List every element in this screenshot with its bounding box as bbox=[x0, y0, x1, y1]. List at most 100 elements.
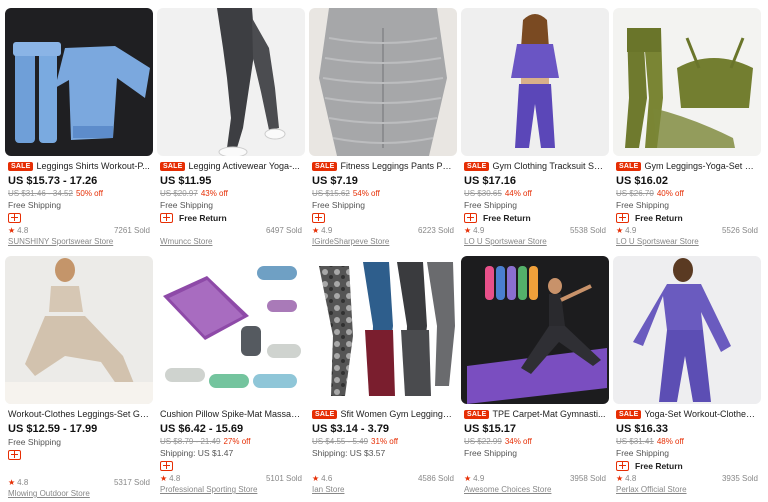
store-link[interactable]: Professional Sporting Store bbox=[160, 484, 302, 496]
sold-count: 5101 Sold bbox=[265, 473, 302, 483]
product-title[interactable]: Legging Activewear Yoga-... bbox=[188, 161, 299, 171]
product-title[interactable]: TPE Carpet-Mat Gymnasti... bbox=[492, 409, 605, 419]
product-image[interactable] bbox=[613, 256, 761, 404]
sale-badge: SALE bbox=[616, 409, 642, 419]
product-title[interactable]: Yoga-Set Workout-Clothes... bbox=[644, 409, 758, 419]
rating: 4.8 bbox=[169, 473, 181, 483]
price: US $16.02 bbox=[616, 175, 668, 187]
original-price: US $26.70 bbox=[616, 189, 654, 198]
store-link[interactable]: Awesome Choices Store bbox=[464, 484, 606, 496]
shipping: Shipping: US $3.57 bbox=[312, 448, 386, 458]
product-card[interactable]: SALE Fitness Leggings Pants Pu... US $7.1… bbox=[309, 8, 457, 248]
choice-badge-icon bbox=[8, 449, 21, 460]
original-price: US $30.65 bbox=[464, 189, 502, 198]
product-image[interactable] bbox=[5, 256, 153, 404]
store-link[interactable]: Perlax Official Store bbox=[616, 484, 758, 496]
store-link[interactable]: Mlowing Outdoor Store bbox=[8, 488, 150, 500]
shipping: Free Shipping bbox=[8, 437, 61, 447]
product-image[interactable] bbox=[157, 256, 305, 404]
sold-count: 5317 Sold bbox=[113, 477, 150, 487]
star-icon: ★ bbox=[8, 225, 16, 235]
choice-badge-icon bbox=[160, 460, 173, 471]
discount: 27% off bbox=[223, 437, 251, 446]
product-image[interactable] bbox=[309, 256, 457, 404]
sale-badge: SALE bbox=[8, 161, 34, 171]
product-image[interactable] bbox=[461, 8, 609, 156]
product-card[interactable]: SALE Sfit Women Gym Leggings-... US $3.14… bbox=[309, 256, 457, 496]
choice-badge-icon bbox=[616, 460, 629, 471]
price: US $6.42 - 15.69 bbox=[160, 423, 244, 435]
sold-count: 7261 Sold bbox=[113, 225, 150, 235]
discount: 34% off bbox=[504, 437, 532, 446]
product-title[interactable]: Workout-Clothes Leggings-Set Gy... bbox=[8, 409, 150, 419]
star-icon: ★ bbox=[8, 477, 16, 487]
price: US $7.19 bbox=[312, 175, 358, 187]
free-return-label: Free Return bbox=[635, 460, 683, 471]
choice-badge-icon bbox=[312, 212, 325, 223]
sale-badge: SALE bbox=[312, 161, 338, 171]
sale-badge: SALE bbox=[160, 161, 186, 171]
store-link[interactable]: Wmuncc Store bbox=[160, 236, 302, 248]
product-card[interactable]: SALE Gym Leggings-Yoga-Set Fo... US $16.0… bbox=[613, 8, 761, 248]
choice-badge-icon bbox=[464, 212, 477, 223]
product-title[interactable]: Gym Clothing Tracksuit Shi... bbox=[492, 161, 606, 171]
sold-count: 5526 Sold bbox=[721, 225, 758, 235]
product-title[interactable]: Cushion Pillow Spike-Mat Massage... bbox=[160, 409, 302, 419]
shipping: Free Shipping bbox=[464, 448, 517, 458]
star-icon: ★ bbox=[464, 225, 472, 235]
star-icon: ★ bbox=[312, 225, 320, 235]
product-title[interactable]: Leggings Shirts Workout-P... bbox=[36, 161, 149, 171]
original-price: US $8.79 - 21.49 bbox=[160, 437, 221, 446]
rating: 4.9 bbox=[473, 473, 485, 483]
price: US $3.14 - 3.79 bbox=[312, 423, 390, 435]
shipping: Shipping: US $1.47 bbox=[160, 448, 234, 458]
store-link[interactable]: LO U Sportswear Store bbox=[616, 236, 758, 248]
price: US $17.16 bbox=[464, 175, 516, 187]
original-price: US $31.46 - 34.52 bbox=[8, 189, 73, 198]
product-title[interactable]: Fitness Leggings Pants Pu... bbox=[340, 161, 454, 171]
discount: 43% off bbox=[200, 189, 228, 198]
product-card[interactable]: SALE Yoga-Set Workout-Clothes... US $16.3… bbox=[613, 256, 761, 496]
rating: 4.9 bbox=[625, 225, 637, 235]
rating: 4.9 bbox=[321, 225, 333, 235]
product-grid: SALE Leggings Shirts Workout-P... US $15.… bbox=[0, 0, 768, 502]
star-icon: ★ bbox=[616, 473, 624, 483]
discount: 48% off bbox=[656, 437, 684, 446]
shipping: Free Shipping bbox=[616, 448, 669, 458]
product-image[interactable] bbox=[5, 8, 153, 156]
star-icon: ★ bbox=[464, 473, 472, 483]
discount: 31% off bbox=[371, 437, 399, 446]
product-title[interactable]: Gym Leggings-Yoga-Set Fo... bbox=[644, 161, 758, 171]
product-card[interactable]: SALE TPE Carpet-Mat Gymnasti... US $15.17… bbox=[461, 256, 609, 496]
price: US $16.33 bbox=[616, 423, 668, 435]
product-card[interactable]: SALE Leggings Shirts Workout-P... US $15.… bbox=[5, 8, 153, 248]
sold-count: 6223 Sold bbox=[417, 225, 454, 235]
store-link[interactable]: IGirdeSharpeve Store bbox=[312, 236, 454, 248]
product-card[interactable]: SALE Legging Activewear Yoga-... US $11.9… bbox=[157, 8, 305, 248]
product-image[interactable] bbox=[309, 8, 457, 156]
product-image[interactable] bbox=[157, 8, 305, 156]
product-card[interactable]: Cushion Pillow Spike-Mat Massage... US $… bbox=[157, 256, 305, 496]
store-link[interactable]: LO U Sportswear Store bbox=[464, 236, 606, 248]
sold-count: 6497 Sold bbox=[265, 225, 302, 235]
sale-badge: SALE bbox=[312, 409, 338, 419]
sold-count: 5538 Sold bbox=[569, 225, 606, 235]
sale-badge: SALE bbox=[464, 409, 490, 419]
free-return-label: Free Return bbox=[483, 212, 531, 223]
choice-badge-icon bbox=[616, 212, 629, 223]
store-link[interactable]: SUNSHINY Sportswear Store bbox=[8, 236, 150, 248]
product-card[interactable]: Workout-Clothes Leggings-Set Gy... US $1… bbox=[5, 256, 153, 500]
store-link[interactable]: Ian Store bbox=[312, 484, 454, 496]
price: US $15.17 bbox=[464, 423, 516, 435]
discount: 44% off bbox=[504, 189, 532, 198]
rating: 4.6 bbox=[321, 473, 333, 483]
star-icon: ★ bbox=[616, 225, 624, 235]
sale-badge: SALE bbox=[616, 161, 642, 171]
star-icon: ★ bbox=[312, 473, 320, 483]
product-image[interactable] bbox=[461, 256, 609, 404]
product-title[interactable]: Sfit Women Gym Leggings-... bbox=[340, 409, 454, 419]
sold-count: 3935 Sold bbox=[721, 473, 758, 483]
product-card[interactable]: SALE Gym Clothing Tracksuit Shi... US $17… bbox=[461, 8, 609, 248]
discount: 50% off bbox=[75, 189, 103, 198]
product-image[interactable] bbox=[613, 8, 761, 156]
